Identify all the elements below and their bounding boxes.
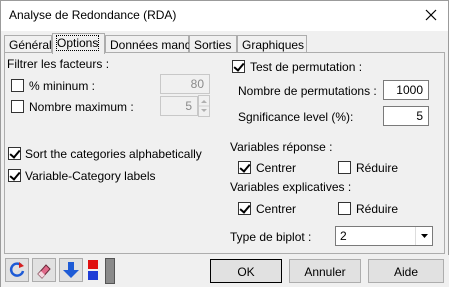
dialog-window: Analyse de Redondance (RDA) Général Opti… [0, 0, 449, 287]
pct-min-field[interactable]: 80 [160, 74, 210, 94]
move-down-button[interactable] [59, 258, 83, 282]
tab-label: Options [55, 35, 100, 51]
permutation-test-label: Test de permutation : [250, 60, 363, 74]
max-number-spinner[interactable] [198, 95, 210, 117]
significance-level-field[interactable]: 5 [383, 106, 429, 126]
biplot-type-label: Type de biplot : [230, 230, 312, 244]
explanatory-center-checkbox[interactable] [238, 202, 251, 215]
ok-button[interactable]: OK [210, 259, 282, 283]
variable-category-labels-label: Variable-Category labels [25, 169, 156, 183]
color-toggle[interactable] [87, 258, 101, 282]
significance-level-label: Sgnificance level (%): [238, 110, 354, 124]
tab-label: Général [9, 38, 52, 52]
tab-label: Données manq. [110, 38, 195, 52]
explanatory-reduce-label: Réduire [356, 202, 399, 216]
nb-permutations-label: Nombre de permutations : [238, 84, 377, 98]
tab-graphiques[interactable]: Graphiques [237, 35, 307, 53]
sort-alpha-label: Sort the categories alphabetically [25, 147, 202, 161]
title-bar: Analyse de Redondance (RDA) [1, 1, 448, 31]
response-reduce-checkbox[interactable] [338, 161, 351, 174]
pct-min-checkbox[interactable] [11, 79, 24, 92]
tab-sorties[interactable]: Sorties [189, 35, 237, 53]
cancel-button[interactable]: Annuler [289, 259, 361, 283]
spinner-arrows-icon [199, 100, 209, 112]
tab-strip: Général Options Données manq. Sorties Gr… [1, 33, 449, 54]
response-center-label: Centrer [256, 161, 297, 175]
help-button[interactable]: Aide [368, 259, 444, 283]
refresh-icon [9, 262, 25, 277]
response-reduce-label: Réduire [356, 161, 399, 175]
bottom-bar: OK Annuler Aide [1, 255, 449, 287]
filter-heading: Filtrer les facteurs : [7, 57, 110, 71]
sort-alpha-checkbox[interactable] [8, 147, 21, 160]
tab-general[interactable]: Général [4, 35, 52, 53]
max-number-field[interactable]: 5 [160, 96, 198, 116]
options-panel: Filtrer les facteurs : % mininum : 80 No… [4, 52, 445, 254]
max-number-checkbox[interactable] [11, 100, 24, 113]
response-variables-heading: Variables réponse : [230, 140, 333, 154]
eraser-icon [37, 264, 51, 279]
pct-min-label: % mininum : [29, 79, 96, 93]
tab-donnees-manquantes[interactable]: Données manq. [105, 35, 195, 53]
arrow-down-icon [63, 262, 79, 278]
close-icon [425, 9, 437, 21]
biplot-type-value: 2 [340, 229, 347, 243]
tab-options[interactable]: Options [52, 33, 105, 54]
close-button[interactable] [420, 4, 442, 26]
permutation-test-checkbox[interactable] [232, 60, 245, 73]
biplot-type-select[interactable]: 2 [335, 226, 433, 246]
variable-category-labels-checkbox[interactable] [8, 169, 21, 182]
clear-button[interactable] [32, 258, 56, 282]
expand-handle[interactable] [105, 258, 115, 284]
tab-label: Sorties [194, 38, 232, 52]
chevron-down-icon [415, 227, 432, 245]
explanatory-variables-heading: Variables explicatives : [230, 180, 352, 194]
window-title: Analyse de Redondance (RDA) [9, 8, 177, 22]
explanatory-reduce-checkbox[interactable] [338, 202, 351, 215]
explanatory-center-label: Centrer [256, 202, 297, 216]
color-swatch-icon [88, 260, 98, 280]
tab-label: Graphiques [242, 38, 305, 52]
reset-button[interactable] [5, 258, 29, 282]
nb-permutations-field[interactable]: 1000 [383, 80, 429, 100]
response-center-checkbox[interactable] [238, 161, 251, 174]
max-number-label: Nombre maximum : [29, 100, 134, 114]
